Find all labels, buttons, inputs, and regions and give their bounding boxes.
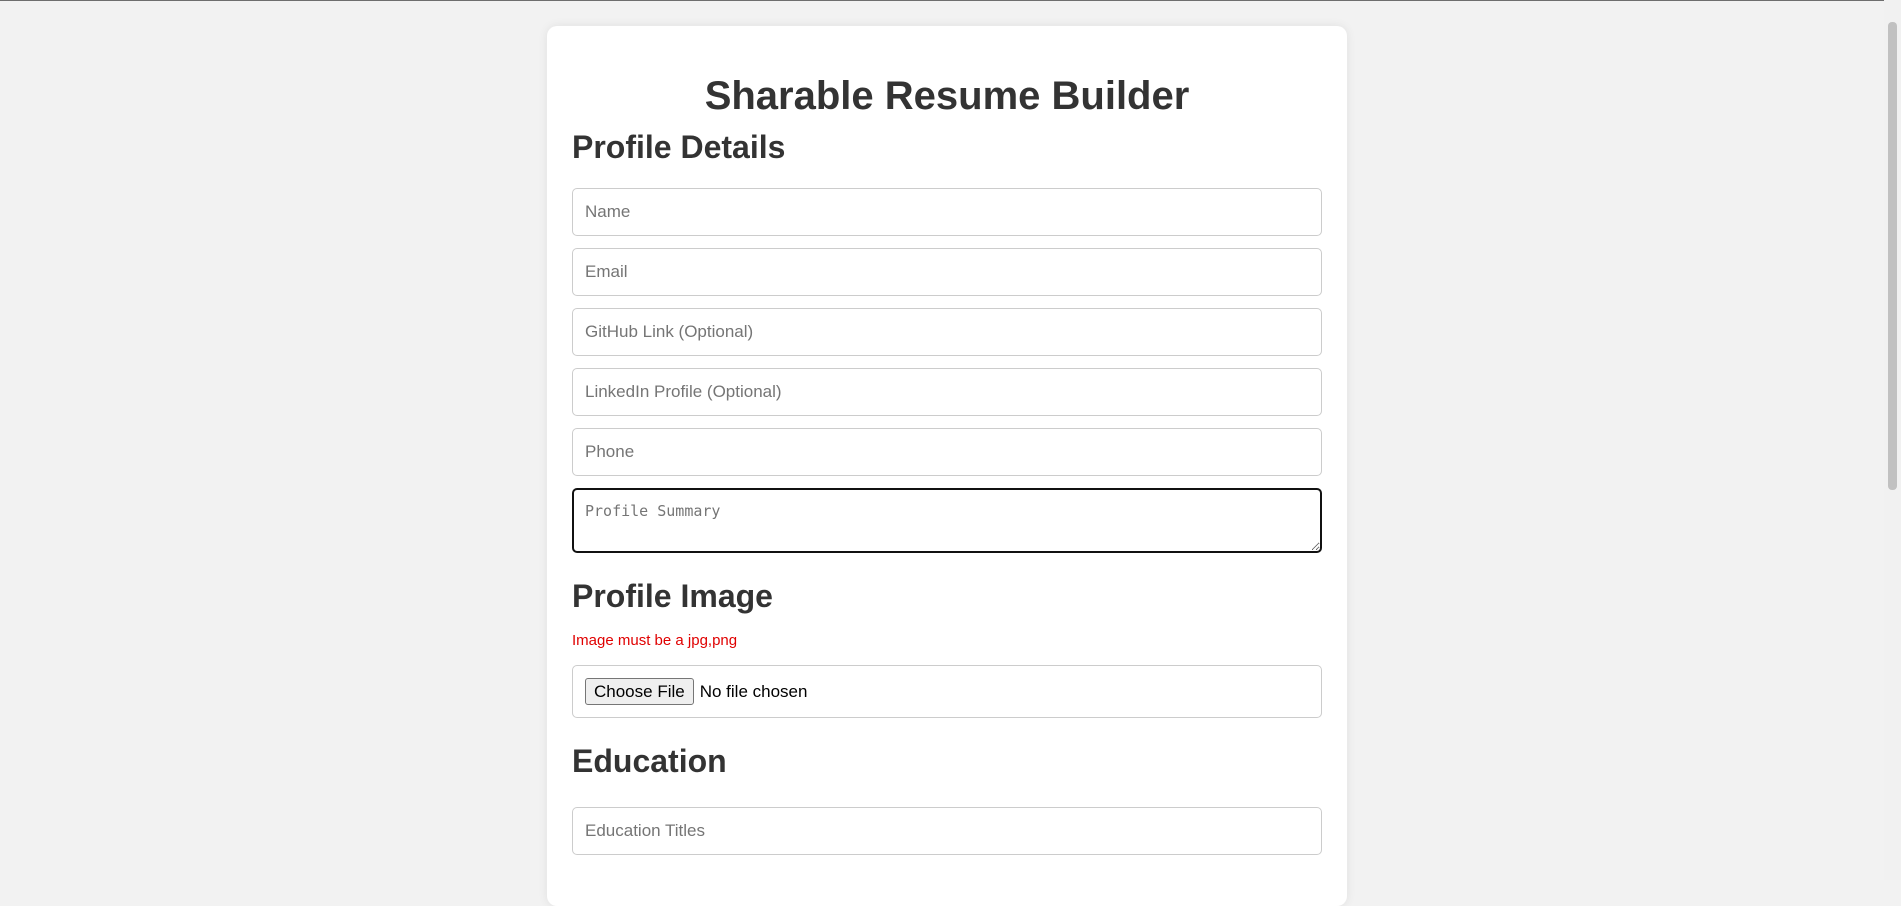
linkedin-profile-input[interactable] [572, 368, 1322, 416]
page-scrollbar[interactable] [1884, 0, 1901, 880]
education-titles-input[interactable] [572, 807, 1322, 855]
profile-image-file-input[interactable]: Choose File No file chosen [572, 665, 1322, 718]
resume-form-card: Sharable Resume Builder Profile Details … [547, 26, 1347, 906]
email-input[interactable] [572, 248, 1322, 296]
name-input[interactable] [572, 188, 1322, 236]
file-status-text: No file chosen [699, 681, 808, 701]
profile-details-heading: Profile Details [572, 129, 786, 165]
profile-image-heading: Profile Image [572, 578, 773, 614]
phone-input[interactable] [572, 428, 1322, 476]
github-link-input[interactable] [572, 308, 1322, 356]
image-format-error: Image must be a jpg,png [572, 632, 738, 649]
scrollbar-thumb[interactable] [1888, 22, 1897, 490]
page-title: Sharable Resume Builder [704, 74, 1190, 118]
education-heading: Education [572, 743, 727, 779]
choose-file-button[interactable]: Choose File [585, 678, 694, 705]
profile-summary-textarea[interactable] [572, 488, 1322, 553]
window-top-border [0, 0, 1901, 1]
